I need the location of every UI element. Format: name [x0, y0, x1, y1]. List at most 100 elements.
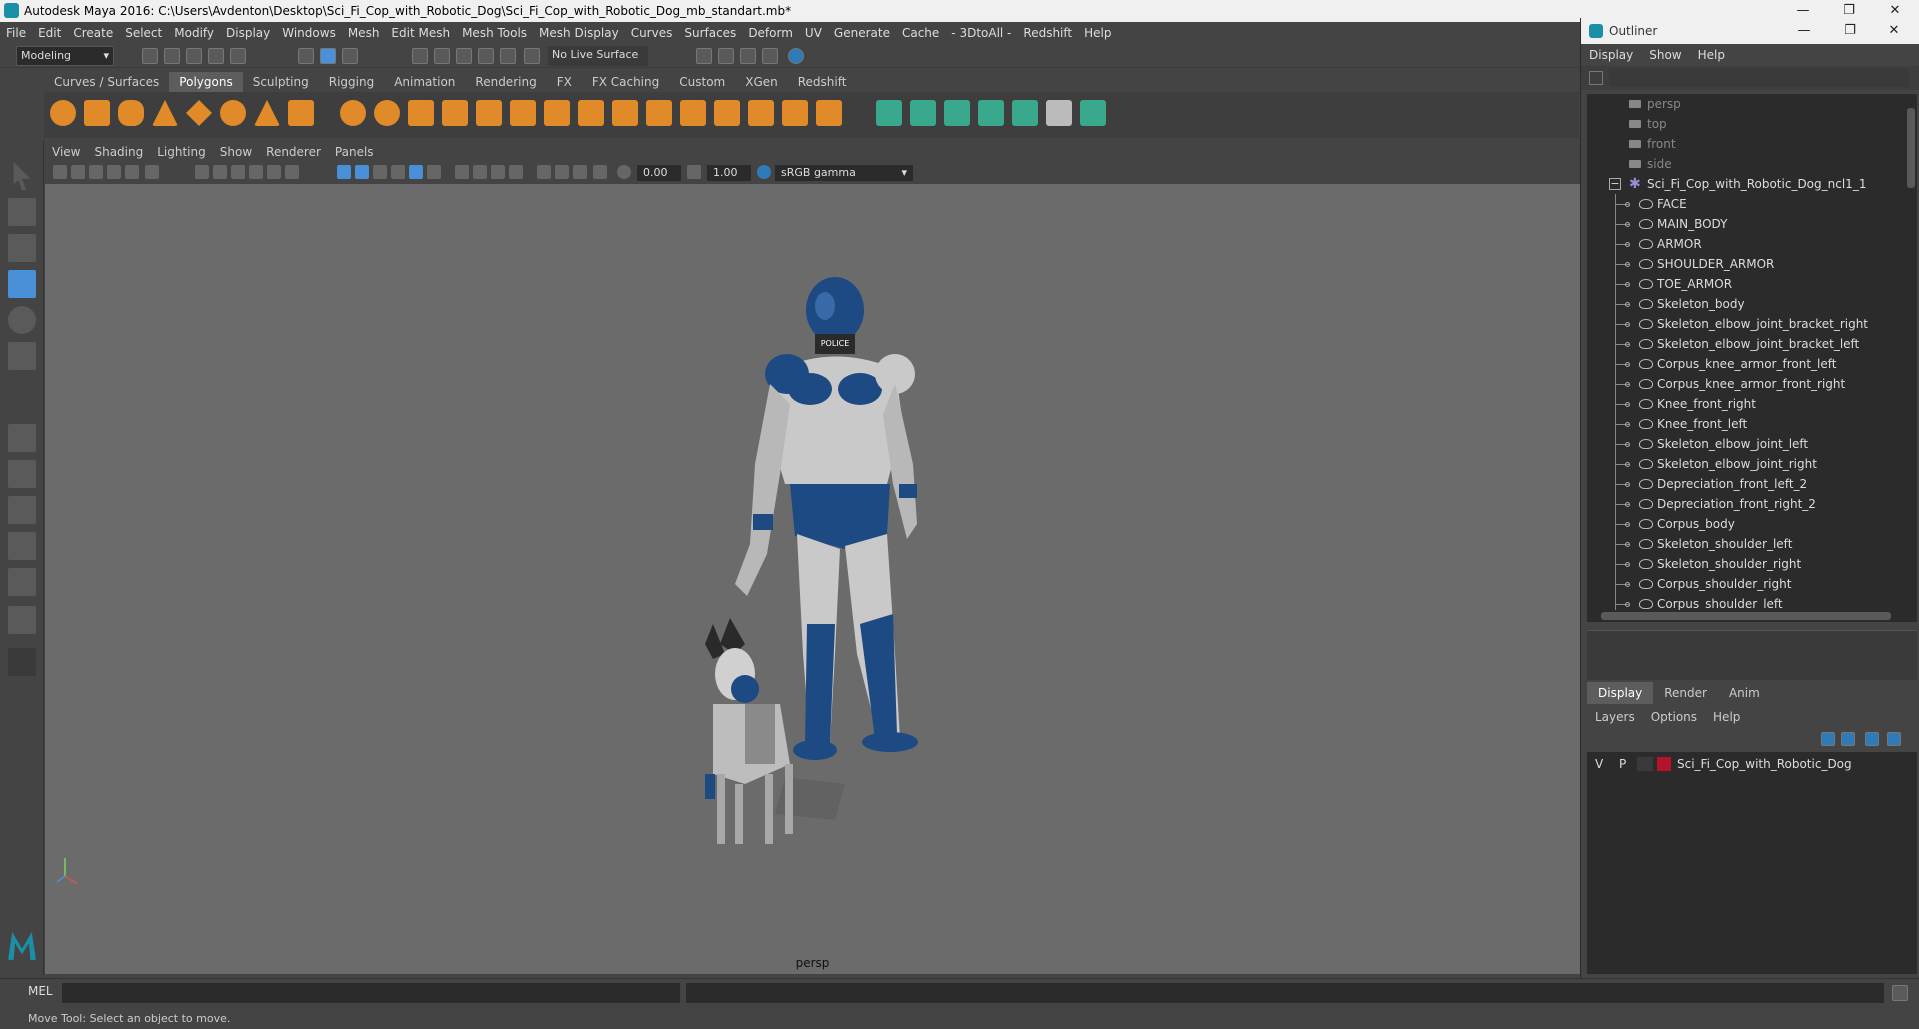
- move-layer-down-icon[interactable]: [1841, 732, 1855, 746]
- outliner-close-button[interactable]: ✕: [1871, 20, 1917, 42]
- menu-edit[interactable]: Edit: [32, 22, 67, 44]
- tree-item-camera[interactable]: top: [1587, 114, 1905, 134]
- vp-menu-shading[interactable]: Shading: [87, 142, 150, 162]
- render-view-icon[interactable]: [696, 48, 712, 64]
- xray-joints-icon[interactable]: [473, 165, 487, 179]
- outliner-maximize-button[interactable]: ❐: [1827, 20, 1873, 42]
- menu-curves[interactable]: Curves: [625, 22, 679, 44]
- layer-playback-toggle[interactable]: P: [1619, 754, 1626, 774]
- poly-cube-icon[interactable]: [84, 100, 110, 126]
- script-language-toggle[interactable]: MEL: [28, 984, 53, 998]
- layer-visibility-toggle[interactable]: V: [1595, 754, 1603, 774]
- poly-plane-icon[interactable]: [186, 100, 212, 126]
- outliner-menu-display[interactable]: Display: [1581, 44, 1641, 66]
- layer-tab-anim[interactable]: Anim: [1718, 682, 1771, 704]
- outliner-persp-layout-icon[interactable]: [8, 606, 36, 634]
- poly-pipe-icon[interactable]: [288, 100, 314, 126]
- tree-item-mesh[interactable]: Knee_front_left: [1587, 414, 1905, 434]
- separate-icon[interactable]: [374, 100, 400, 126]
- layer-tab-render[interactable]: Render: [1653, 682, 1718, 704]
- menu-surfaces[interactable]: Surfaces: [678, 22, 742, 44]
- persp-graph-layout-icon[interactable]: [8, 532, 36, 560]
- outliner-horizontal-scrollbar[interactable]: [1587, 610, 1905, 622]
- layer-menu-options[interactable]: Options: [1643, 706, 1705, 728]
- smooth-icon[interactable]: [442, 100, 468, 126]
- menu-generate[interactable]: Generate: [828, 22, 896, 44]
- film-gate-icon[interactable]: [195, 165, 209, 179]
- camera-attributes-icon[interactable]: [53, 165, 67, 179]
- new-layer-from-selection-icon[interactable]: [1887, 732, 1901, 746]
- shelf-tab-curves-surfaces[interactable]: Curves / Surfaces: [44, 72, 169, 92]
- live-surface-field[interactable]: No Live Surface: [548, 46, 648, 66]
- persp-outliner-layout-icon[interactable]: [8, 496, 36, 524]
- mirror-icon[interactable]: [510, 100, 536, 126]
- shelf-tab-xgen[interactable]: XGen: [735, 72, 788, 92]
- combine-icon[interactable]: [340, 100, 366, 126]
- tree-item-mesh[interactable]: Corpus_shoulder_left: [1587, 594, 1905, 610]
- live-surface-icon[interactable]: [524, 48, 540, 64]
- uv-editor-icon[interactable]: [1012, 100, 1038, 126]
- outliner-menu-show[interactable]: Show: [1641, 44, 1689, 66]
- snap-curve-icon[interactable]: [434, 48, 450, 64]
- use-all-lights-icon[interactable]: [409, 165, 423, 179]
- tree-item-camera[interactable]: persp: [1587, 94, 1905, 114]
- tree-item-mesh[interactable]: Skeleton_elbow_joint_left: [1587, 434, 1905, 454]
- gate-mask-icon[interactable]: [231, 165, 245, 179]
- perspective-viewport[interactable]: POLICE persp: [45, 184, 1580, 974]
- redo-icon[interactable]: [230, 48, 246, 64]
- select-component-icon[interactable]: [342, 48, 358, 64]
- select-hierarchy-icon[interactable]: [298, 48, 314, 64]
- shelf-tab-sculpting[interactable]: Sculpting: [243, 72, 319, 92]
- menu-3dtoall[interactable]: - 3DtoAll -: [945, 22, 1017, 44]
- menu-uv[interactable]: UV: [799, 22, 828, 44]
- transfer-attributes-icon[interactable]: [1080, 100, 1106, 126]
- menu-redshift[interactable]: Redshift: [1017, 22, 1078, 44]
- exposure-icon[interactable]: [617, 165, 631, 179]
- smooth-shade-icon[interactable]: [355, 165, 369, 179]
- outliner-vertical-scrollbar[interactable]: [1905, 94, 1917, 622]
- poly-pyramid-icon[interactable]: [254, 100, 280, 126]
- tree-item-mesh[interactable]: Corpus_body: [1587, 514, 1905, 534]
- move-tool-icon[interactable]: [8, 270, 36, 298]
- textured-icon[interactable]: [391, 165, 405, 179]
- vp-menu-renderer[interactable]: Renderer: [259, 142, 328, 162]
- tree-item-mesh[interactable]: SHOULDER_ARMOR: [1587, 254, 1905, 274]
- tree-item-mesh[interactable]: Skeleton_shoulder_left: [1587, 534, 1905, 554]
- rotate-tool-icon[interactable]: [8, 306, 36, 334]
- tree-item-mesh[interactable]: Depreciation_front_left_2: [1587, 474, 1905, 494]
- multi-cut-icon[interactable]: [544, 100, 570, 126]
- fill-hole-icon[interactable]: [748, 100, 774, 126]
- tree-item-camera[interactable]: side: [1587, 154, 1905, 174]
- gamma-icon[interactable]: [687, 165, 701, 179]
- field-chart-icon[interactable]: [249, 165, 263, 179]
- scale-tool-icon[interactable]: [8, 342, 36, 370]
- poly-cone-icon[interactable]: [152, 100, 178, 126]
- anti-aliasing-icon[interactable]: [573, 165, 587, 179]
- menu-create[interactable]: Create: [67, 22, 119, 44]
- shelf-tab-polygons[interactable]: Polygons: [169, 72, 243, 92]
- layer-menu-help[interactable]: Help: [1705, 706, 1748, 728]
- menu-cache[interactable]: Cache: [896, 22, 945, 44]
- tree-item-mesh[interactable]: Corpus_knee_armor_front_left: [1587, 354, 1905, 374]
- snap-point-icon[interactable]: [456, 48, 472, 64]
- menu-file[interactable]: File: [0, 22, 32, 44]
- append-polygon-icon[interactable]: [714, 100, 740, 126]
- tree-item-mesh[interactable]: Knee_front_right: [1587, 394, 1905, 414]
- poly-torus-icon[interactable]: [220, 100, 246, 126]
- shelf-tab-animation[interactable]: Animation: [384, 72, 465, 92]
- camera-bookmark-icon[interactable]: [71, 165, 85, 179]
- bevel-icon[interactable]: [646, 100, 672, 126]
- command-input[interactable]: [62, 983, 680, 1003]
- grease-pencil-icon[interactable]: [125, 165, 139, 179]
- shelf-tab-rigging[interactable]: Rigging: [319, 72, 384, 92]
- select-tool-icon[interactable]: [13, 162, 31, 190]
- shadows-icon[interactable]: [427, 165, 441, 179]
- shelf-tab-redshift[interactable]: Redshift: [788, 72, 857, 92]
- cylindrical-uv-icon[interactable]: [910, 100, 936, 126]
- lasso-tool-icon[interactable]: [8, 198, 36, 226]
- tree-item-mesh[interactable]: Depreciation_front_right_2: [1587, 494, 1905, 514]
- menu-mesh-tools[interactable]: Mesh Tools: [456, 22, 533, 44]
- layer-tab-display[interactable]: Display: [1587, 682, 1654, 704]
- tree-item-mesh[interactable]: Skeleton_elbow_joint_right: [1587, 454, 1905, 474]
- undo-icon[interactable]: [208, 48, 224, 64]
